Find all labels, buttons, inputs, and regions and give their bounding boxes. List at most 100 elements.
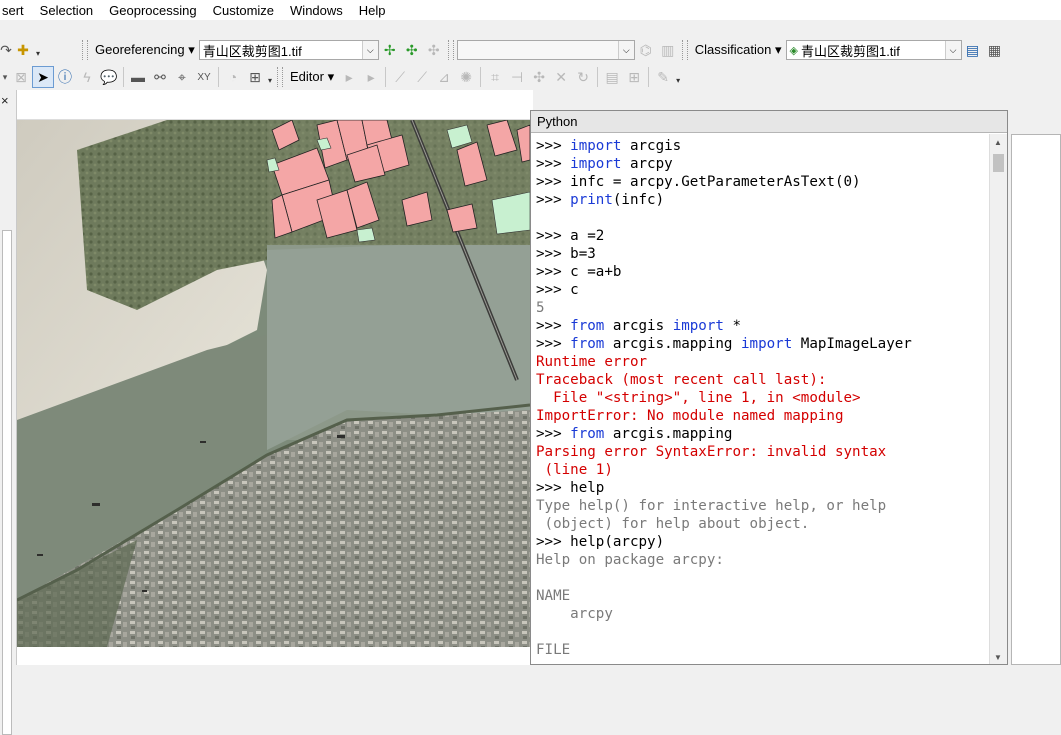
html-popup-icon[interactable]: 💬 — [98, 66, 120, 88]
edit-annotation-icon[interactable]: ▸ — [360, 66, 382, 88]
add-data-icon[interactable]: ✚ — [12, 39, 34, 61]
toolbar-separator — [218, 67, 219, 87]
console-text: >>> — [536, 156, 571, 172]
console-text: arcgis — [604, 318, 673, 334]
console-text: from — [570, 426, 605, 442]
end-point-arc-icon[interactable]: ⟋ — [411, 66, 433, 88]
python-scrollbar[interactable]: ▲ ▼ — [989, 134, 1007, 664]
console-text: import — [570, 156, 622, 172]
console-line: arcpy — [536, 605, 984, 623]
grid-icon[interactable]: ▦ — [984, 39, 1006, 61]
console-text: >>> infc = arcpy.GetParameterAsText(0) — [536, 174, 861, 190]
menu-geoprocessing[interactable]: Geoprocessing — [101, 0, 204, 20]
toolbar-separator — [648, 67, 650, 87]
sketch-properties-icon[interactable]: ⊞ — [623, 66, 645, 88]
console-line: >>> print(infc) — [536, 191, 984, 209]
view-link-table-icon[interactable]: ✣ — [423, 39, 445, 61]
console-line: 5 — [536, 299, 984, 317]
toolbar-grip[interactable] — [277, 67, 283, 87]
scroll-down-icon[interactable]: ▼ — [994, 653, 1002, 662]
straight-segment-icon[interactable]: ⟋ — [389, 66, 411, 88]
viewer-dropdown[interactable]: ▾ — [266, 67, 274, 87]
close-icon[interactable]: × — [1, 93, 9, 108]
console-line: >>> import arcpy — [536, 155, 984, 173]
console-text: >>> a =2 — [536, 228, 605, 244]
console-text: import — [741, 336, 793, 352]
info-icon[interactable]: ⓘ — [54, 66, 76, 88]
add-data-dropdown[interactable]: ▾ — [34, 40, 42, 60]
console-text: >>> help — [536, 480, 605, 496]
console-line: (object) for help about object. — [536, 515, 984, 533]
console-line: >>> from arcgis.mapping — [536, 425, 984, 443]
console-line: Traceback (most recent call last): — [536, 371, 984, 389]
auto-registration-icon[interactable]: ✣ — [401, 39, 423, 61]
left-dock-panel: × — [0, 90, 17, 735]
map-view[interactable] — [17, 120, 530, 647]
console-text: * — [723, 318, 742, 334]
console-text: NAME — [536, 588, 571, 604]
python-window: Python >>> import arcgis >>> import arcpy… — [530, 110, 1008, 665]
left-panel-scrollbar[interactable] — [2, 230, 12, 735]
map-bottom-margin — [17, 647, 533, 665]
measure-icon[interactable]: ▬ — [127, 66, 149, 88]
time-slider-icon[interactable]: ◔ — [222, 66, 244, 88]
split-icon[interactable]: ✕ — [550, 66, 572, 88]
toolbar-grip[interactable] — [681, 40, 688, 60]
menu-customize[interactable]: Customize — [205, 0, 282, 20]
spatial-adjust-icon[interactable]: ⌬ — [635, 39, 657, 61]
console-text: Runtime error — [536, 354, 648, 370]
menu-insert[interactable]: sert — [0, 0, 32, 20]
menu-selection[interactable]: Selection — [32, 0, 101, 20]
menu-windows[interactable]: Windows — [282, 0, 351, 20]
console-line: >>> c — [536, 281, 984, 299]
editor-dropdown[interactable]: ▾ — [674, 67, 682, 87]
editor-menu[interactable]: Editor ▾ — [286, 69, 338, 85]
binoculars-icon[interactable]: ⚯ — [149, 66, 171, 88]
create-viewer-icon[interactable]: ⊞ — [244, 66, 266, 88]
georeferencing-menu[interactable]: Georeferencing ▾ — [91, 42, 199, 58]
console-text: >>> c — [536, 282, 579, 298]
python-console[interactable]: >>> import arcgis >>> import arcpy >>> inf… — [536, 137, 984, 665]
point-icon[interactable]: ✺ — [455, 66, 477, 88]
cut-polygons-icon[interactable]: ✣ — [528, 66, 550, 88]
classification-menu[interactable]: Classification ▾ — [691, 42, 786, 58]
chevron-down-icon: ⌵ — [361, 41, 378, 59]
console-line: >>> from arcgis import * — [536, 317, 984, 335]
satellite-imagery — [17, 120, 530, 647]
toolbar-grip[interactable] — [447, 40, 454, 60]
console-text: >>> c =a+b — [536, 264, 622, 280]
console-line: Runtime error — [536, 353, 984, 371]
menu-help[interactable]: Help — [351, 0, 394, 20]
reshape-icon[interactable]: ⊣ — [506, 66, 528, 88]
console-text: Help on package arcpy: — [536, 552, 724, 568]
map-top-margin — [17, 90, 533, 120]
georef-layer-select[interactable]: 青山区裁剪图1.tif ⌵ — [198, 40, 379, 60]
clear-selection-icon[interactable]: ⊠ — [10, 66, 32, 88]
toolbar-row-2: ▾ ⊠ ➤ ⓘ ϟ 💬 ▬ ⚯ ⌖ XY ◔ ⊞ ▾ Editor ▾ ▸ ▸ … — [0, 64, 1061, 90]
console-text: arcgis.mapping — [604, 336, 742, 352]
chevron-down-icon[interactable]: ▾ — [0, 66, 10, 88]
toolbar-grip[interactable] — [82, 40, 88, 60]
scroll-thumb[interactable] — [993, 154, 1004, 172]
scroll-up-icon[interactable]: ▲ — [994, 138, 1002, 147]
class-layer-select[interactable]: ◈ 青山区裁剪图1.tif ⌵ — [785, 40, 962, 60]
edit-tool-icon[interactable]: ▸ — [338, 66, 360, 88]
console-text: File "<string>", line 1, in <module> — [536, 390, 861, 406]
create-features-icon[interactable]: ✎ — [652, 66, 674, 88]
rotate-icon[interactable]: ↻ — [572, 66, 594, 88]
attributes-icon[interactable]: ▤ — [601, 66, 623, 88]
trace-icon[interactable]: ⊿ — [433, 66, 455, 88]
add-control-points-icon[interactable]: ✢ — [379, 39, 401, 61]
find-route-icon[interactable]: ⌖ — [171, 66, 193, 88]
hyperlink-icon[interactable]: ϟ — [76, 66, 98, 88]
histogram-icon[interactable]: ▥ — [657, 39, 679, 61]
layer-select-empty[interactable]: ⌵ — [456, 40, 635, 60]
redo-icon[interactable]: ↷ — [0, 39, 12, 61]
attribute-table-icon[interactable]: ▤ — [962, 39, 984, 61]
console-text: (infc) — [612, 192, 665, 208]
select-arrow-icon[interactable]: ➤ — [32, 66, 54, 88]
edit-vertices-icon[interactable]: ⌗ — [484, 66, 506, 88]
go-to-xy-icon[interactable]: XY — [193, 66, 215, 88]
